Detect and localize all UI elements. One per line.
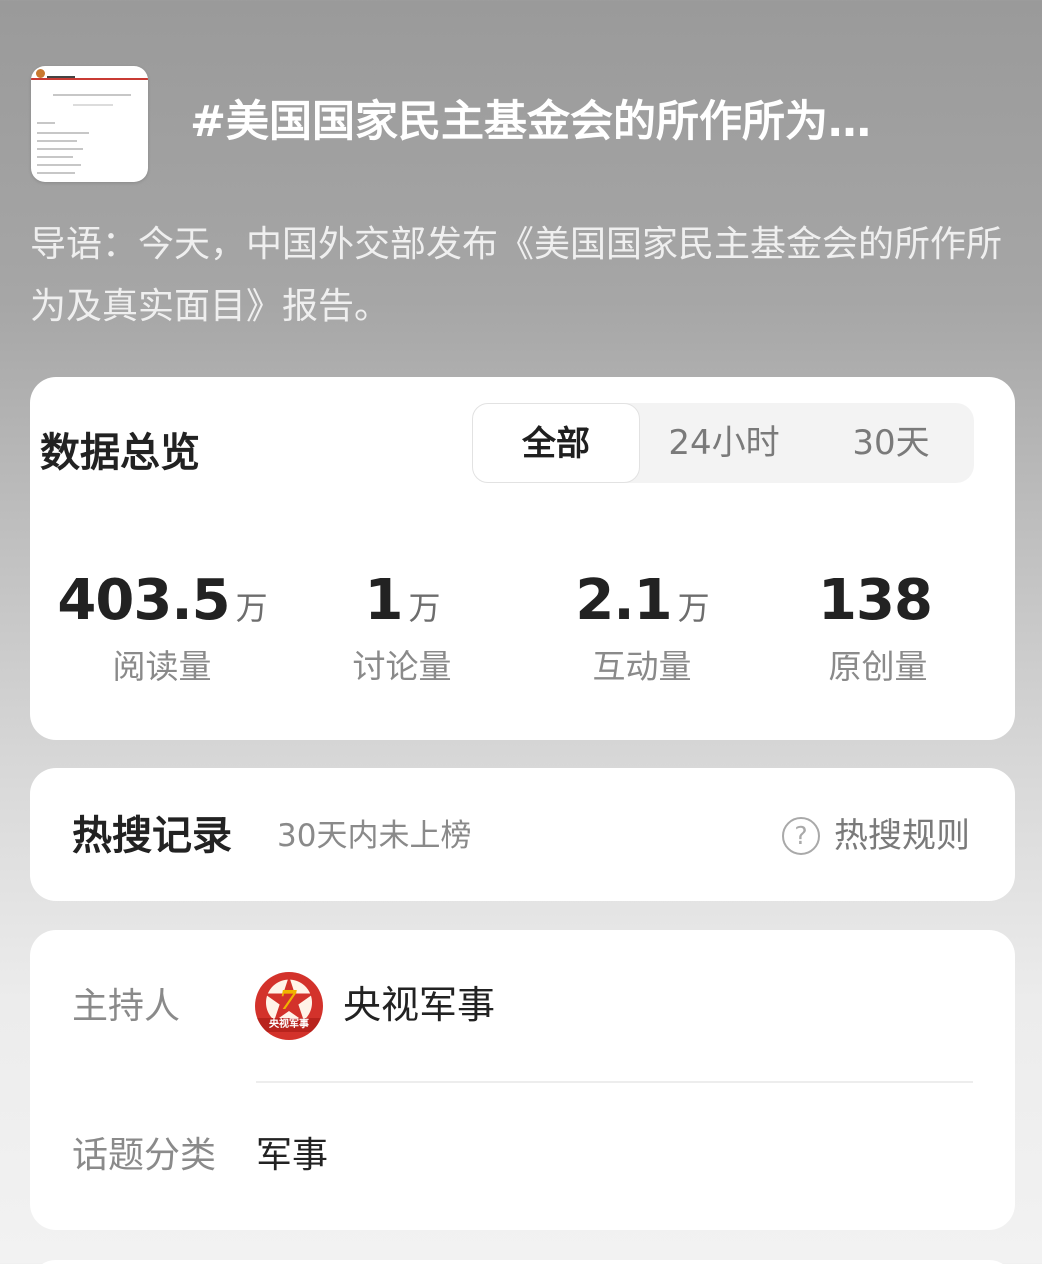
host-avatar[interactable]: 7 央视军事	[255, 972, 323, 1040]
hot-search-title: 热搜记录	[72, 813, 232, 859]
stat-label: 互动量	[592, 647, 692, 686]
avatar-emblem: 7	[279, 986, 298, 1016]
stat-read-count: 403.5 万 阅读量	[42, 566, 282, 689]
hot-search-rules-link[interactable]: 热搜规则	[834, 812, 970, 860]
stat-unit: 万	[235, 589, 268, 627]
thumbnail-text-line	[37, 122, 55, 124]
stat-original-count: 138 原创量	[758, 566, 998, 689]
thumbnail-text-line	[37, 172, 75, 174]
stat-value: 138	[818, 568, 933, 633]
tab-30d[interactable]: 30天	[808, 403, 974, 483]
info-divider	[256, 1081, 973, 1083]
help-circle-icon[interactable]: ?	[782, 817, 820, 855]
thumbnail-text-line	[37, 132, 89, 134]
thumbnail-text-line	[37, 148, 83, 150]
topic-info-card	[30, 930, 1015, 1230]
next-card-edge	[30, 1260, 1015, 1264]
stat-label: 讨论量	[352, 647, 452, 686]
stat-value: 1	[364, 568, 404, 633]
stat-value: 403.5	[57, 568, 230, 633]
stat-value: 2.1	[575, 568, 672, 633]
thumbnail-text-line	[37, 156, 73, 158]
stat-interaction-count: 2.1 万 互动量	[522, 566, 762, 689]
topic-intro: 导语：今天，中国外交部发布《美国国家民主基金会的所作所为及真实面目》报告。	[30, 224, 1003, 327]
thumbnail-logo-icon	[36, 69, 45, 78]
host-name[interactable]: 央视军事	[343, 980, 495, 1030]
host-label: 主持人	[72, 986, 181, 1027]
stat-discussion-count: 1万 讨论量	[282, 566, 522, 689]
time-range-tabs: 全部 24小时 30天	[472, 403, 974, 483]
stat-unit: 万	[677, 589, 710, 627]
tab-all[interactable]: 全部	[472, 403, 640, 483]
topic-title: #美国国家民主基金会的所作所为…	[190, 97, 872, 147]
thumbnail-text-line	[37, 164, 81, 166]
thumbnail-text-line	[53, 94, 131, 96]
topic-thumbnail[interactable]	[31, 66, 148, 182]
avatar-caption: 央视军事	[255, 1018, 323, 1032]
thumbnail-text-line	[37, 140, 77, 142]
thumbnail-text-line	[73, 104, 113, 106]
stat-label: 原创量	[828, 647, 928, 686]
tab-24h[interactable]: 24小时	[640, 403, 808, 483]
stat-label: 阅读量	[112, 647, 212, 686]
topic-header: #美国国家民主基金会的所作所为… 导语：今天，中国外交部发布《美国国家民主基金会…	[0, 0, 1042, 370]
overview-title: 数据总览	[40, 430, 200, 476]
thumbnail-divider	[31, 78, 148, 80]
stat-unit: 万	[408, 589, 440, 627]
hot-search-status: 30天内未上榜	[277, 818, 472, 854]
category-label: 话题分类	[72, 1135, 217, 1176]
thumbnail-masthead	[47, 68, 75, 78]
category-value: 军事	[256, 1135, 329, 1176]
